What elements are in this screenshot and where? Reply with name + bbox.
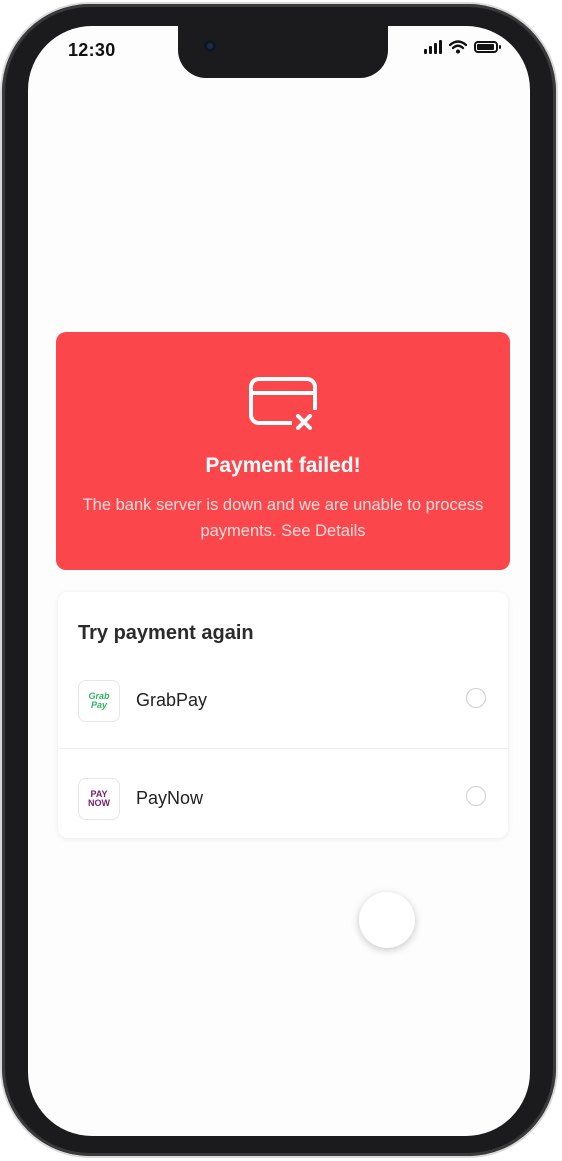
camera-icon: [204, 40, 216, 52]
phone-frame: 12:30 Payment failed! The bank server is…: [2, 4, 556, 1156]
grabpay-logo: Grab Pay: [78, 680, 120, 722]
signal-icon: [424, 40, 442, 54]
section-title: Try payment again: [78, 622, 254, 644]
payment-option-paynow[interactable]: PAY NOW PayNow: [58, 762, 508, 834]
retry-payment-card: Try payment again Grab Pay GrabPay PAY N…: [58, 592, 508, 838]
status-icons: [424, 40, 501, 54]
payment-option-grabpay[interactable]: Grab Pay GrabPay: [58, 664, 508, 736]
radio-grabpay[interactable]: [466, 688, 486, 708]
option-label: GrabPay: [136, 690, 208, 710]
battery-icon: [474, 41, 501, 53]
screen: 12:30 Payment failed! The bank server is…: [28, 26, 530, 1136]
divider: [58, 748, 508, 749]
payment-failed-alert: Payment failed! The bank server is down …: [56, 332, 510, 570]
card-failed-icon: [249, 377, 320, 434]
alert-title: Payment failed!: [205, 454, 361, 477]
floating-button[interactable]: [359, 892, 415, 948]
status-time: 12:30: [68, 40, 116, 60]
alert-message: The bank server is down and we are unabl…: [82, 496, 484, 540]
paynow-logo: PAY NOW: [78, 778, 120, 820]
notch: [178, 26, 388, 78]
wifi-icon: [449, 40, 467, 54]
radio-paynow[interactable]: [466, 786, 486, 806]
option-label: PayNow: [136, 788, 204, 808]
